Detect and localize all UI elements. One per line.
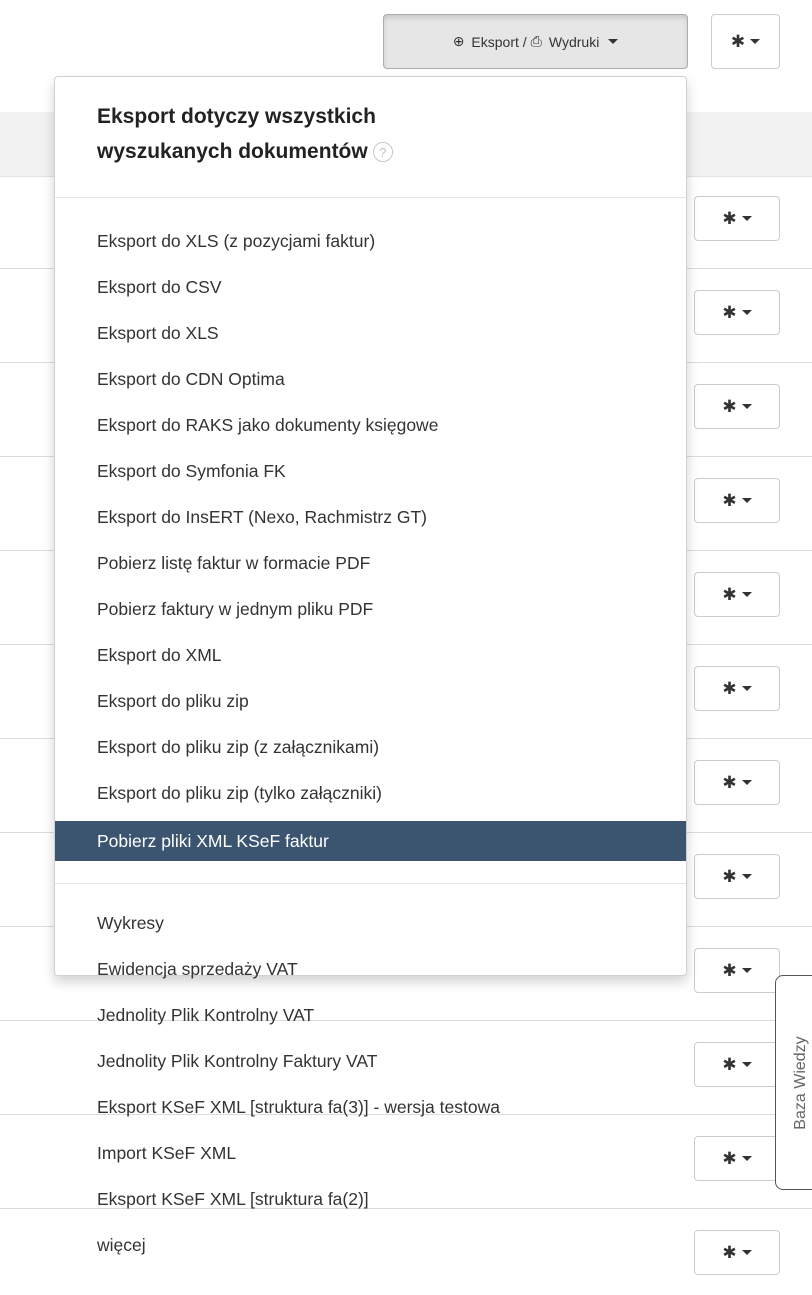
caret-down-icon [741,874,752,879]
gear-icon: ✱ [722,1243,737,1262]
menu-item-cdn-optima[interactable]: Eksport do CDN Optima [55,363,686,395]
caret-down-icon [741,404,752,409]
menu-item-xls[interactable]: Eksport do XLS [55,317,686,349]
menu-item-zip-with-attachments[interactable]: Eksport do pliku zip (z załącznikami) [55,731,686,763]
dropdown-header-line2: wyszukanych dokumentów [97,140,368,163]
menu-item-raks[interactable]: Eksport do RAKS jako dokumenty księgowe [55,409,686,441]
gear-icon: ✱ [722,1055,737,1074]
dropdown-header-line1: Eksport dotyczy wszystkich [97,105,376,128]
row-actions-button[interactable]: ✱ [694,572,780,617]
gear-icon: ✱ [722,397,737,416]
dropdown-header: Eksport dotyczy wszystkich wyszukanych d… [97,99,617,169]
gear-icon: ✱ [722,209,737,228]
caret-down-icon [741,968,752,973]
caret-down-icon [741,592,752,597]
gear-icon: ✱ [722,585,737,604]
caret-down-icon [741,1250,752,1255]
gear-icon: ✱ [722,1149,737,1168]
caret-down-icon [741,1156,752,1161]
caret-down-icon [741,780,752,785]
menu-item-pdf-list[interactable]: Pobierz listę faktur w formacie PDF [55,547,686,579]
menu-item-zip-attachments-only[interactable]: Eksport do pliku zip (tylko załączniki) [55,777,686,809]
knowledge-base-label: Baza Wiedzy [791,1035,809,1130]
menu-item-more[interactable]: więcej [55,1229,686,1261]
download-icon: ⊕ [452,33,465,49]
menu-item-insert[interactable]: Eksport do InsERT (Nexo, Rachmistrz GT) [55,501,686,533]
caret-down-icon [750,39,761,44]
menu-item-jpk-fa[interactable]: Jednolity Plik Kontrolny Faktury VAT [55,1045,686,1077]
caret-down-icon [741,686,752,691]
menu-item-charts[interactable]: Wykresy [55,907,686,939]
row-actions-button[interactable]: ✱ [694,290,780,335]
menu-item-ksef-import[interactable]: Import KSeF XML [55,1137,686,1169]
caret-down-icon [741,216,752,221]
row-actions-button[interactable]: ✱ [694,384,780,429]
export-prints-button[interactable]: ⊕ Eksport / ⎙ Wydruki [383,14,688,69]
menu-item-pdf-single-file[interactable]: Pobierz faktury w jednym pliku PDF [55,593,686,625]
gear-icon: ✱ [722,961,737,980]
menu-item-ksef-fa2[interactable]: Eksport KSeF XML [struktura fa(2)] [55,1183,686,1215]
row-actions-button[interactable]: ✱ [694,1230,780,1275]
gear-icon: ✱ [722,491,737,510]
dropdown-divider [55,883,686,884]
menu-item-ksef-fa3-test[interactable]: Eksport KSeF XML [struktura fa(3)] - wer… [55,1091,686,1123]
row-actions-button[interactable]: ✱ [694,666,780,711]
menu-item-csv[interactable]: Eksport do CSV [55,271,686,303]
caret-down-icon [741,310,752,315]
caret-down-icon [608,39,619,44]
knowledge-base-tab[interactable]: Baza Wiedzy [775,975,812,1190]
row-actions-button[interactable]: ✱ [694,1042,780,1087]
row-actions-button[interactable]: ✱ [694,478,780,523]
settings-button[interactable]: ✱ [711,14,780,69]
export-label: Eksport / [471,33,527,50]
menu-item-zip[interactable]: Eksport do pliku zip [55,685,686,717]
menu-item-ksef-xml-download[interactable]: Pobierz pliki XML KSeF faktur [55,821,686,861]
row-actions-button[interactable]: ✱ [694,854,780,899]
gear-icon: ✱ [722,867,737,886]
print-icon: ⎙ [530,33,542,49]
caret-down-icon [741,1062,752,1067]
row-actions-button[interactable]: ✱ [694,760,780,805]
gear-icon: ✱ [722,773,737,792]
dropdown-divider [55,197,686,198]
menu-item-symfonia[interactable]: Eksport do Symfonia FK [55,455,686,487]
gear-icon: ✱ [730,32,746,51]
row-actions-button[interactable]: ✱ [694,196,780,241]
row-actions-button[interactable]: ✱ [694,1136,780,1181]
caret-down-icon [741,498,752,503]
prints-label: Wydruki [548,33,600,50]
export-dropdown-menu: Eksport dotyczy wszystkich wyszukanych d… [54,76,687,1255]
menu-item-vat-sales-register[interactable]: Ewidencja sprzedaży VAT [55,953,686,985]
gear-icon: ✱ [722,679,737,698]
row-actions-button[interactable]: ✱ [694,948,780,993]
menu-item-xls-with-positions[interactable]: Eksport do XLS (z pozycjami faktur) [55,225,686,257]
menu-item-jpk-vat[interactable]: Jednolity Plik Kontrolny VAT [55,999,686,1031]
menu-item-xml[interactable]: Eksport do XML [55,639,686,671]
help-icon[interactable]: ? [372,142,393,163]
gear-icon: ✱ [722,303,737,322]
